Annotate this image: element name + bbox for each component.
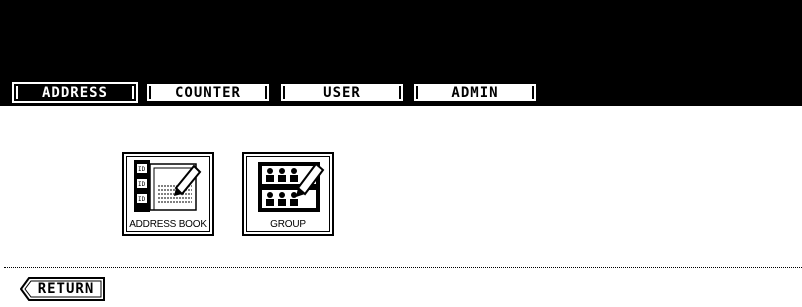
tab-user-label: USER [323,84,361,101]
address-book-label: ADDRESS BOOK [129,219,207,230]
address-book-button[interactable]: ID 001 ID 002 ID 003 ADDRESS BOOK [122,152,214,236]
tab-user[interactable]: USER [279,82,405,103]
divider [4,267,802,268]
address-book-icon: ID 001 ID 002 ID 003 [134,160,202,212]
tab-admin[interactable]: ADMIN [412,82,538,103]
return-label: RETURN [37,281,95,297]
tab-admin-label: ADMIN [451,84,499,101]
return-button[interactable]: RETURN [20,277,106,301]
group-icon [258,162,325,212]
tab-counter[interactable]: COUNTER [145,82,271,103]
tab-address[interactable]: ADDRESS [11,81,139,104]
tab-counter-label: COUNTER [174,84,241,101]
group-button[interactable]: GROUP [242,152,334,236]
tab-underline [0,104,802,106]
group-label: GROUP [270,219,306,230]
tab-address-label: ADDRESS [41,84,108,101]
